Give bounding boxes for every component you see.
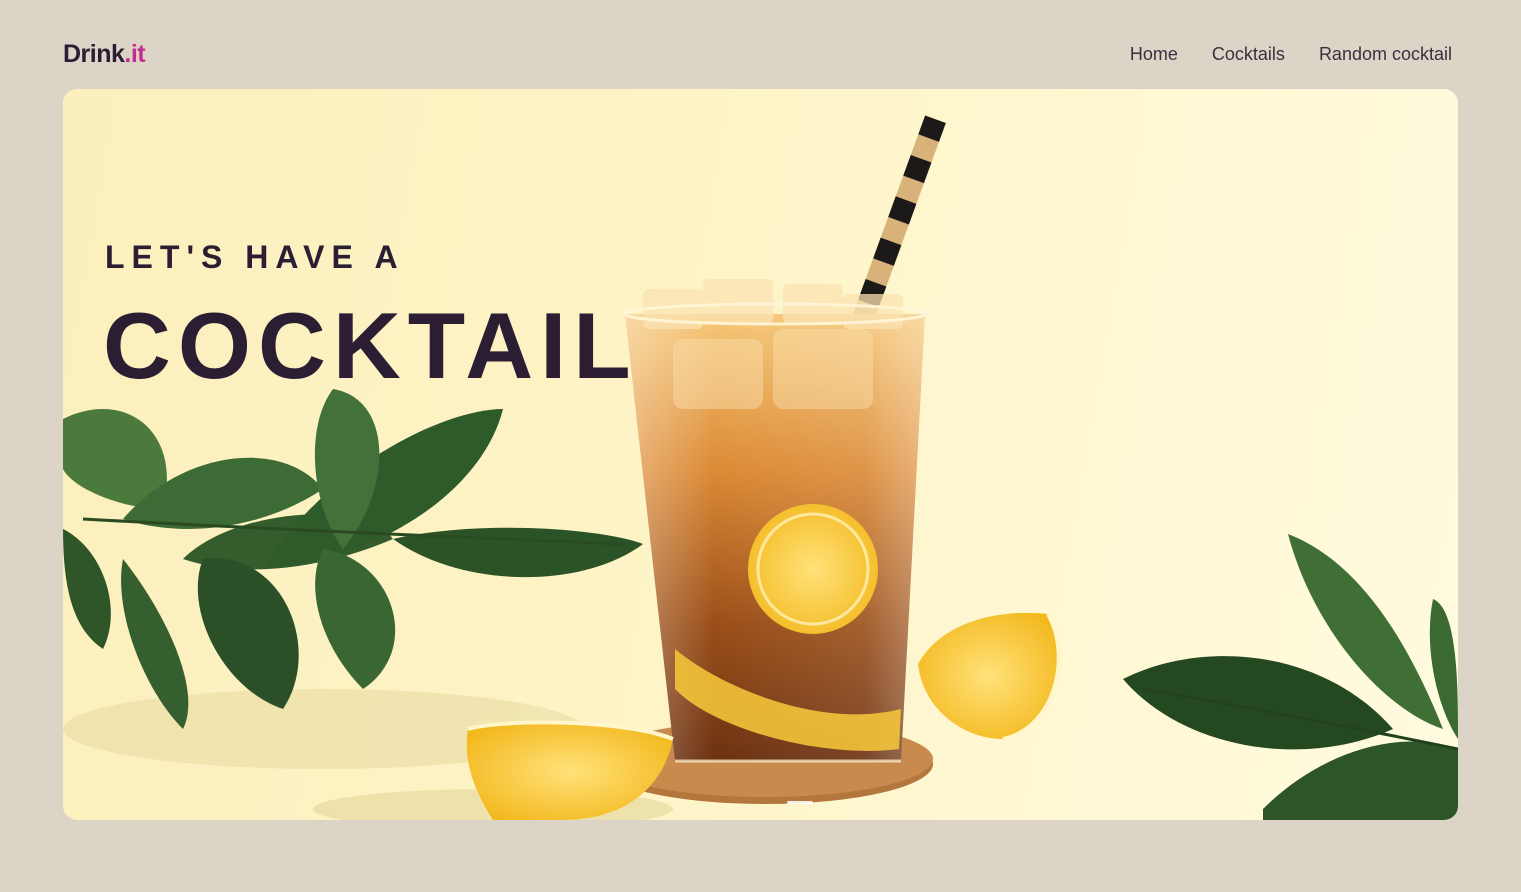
hero-tagline: LET'S HAVE A xyxy=(105,239,405,275)
hero-banner: LET'S HAVE A COCKTAIL xyxy=(63,89,1458,820)
nav-item-home[interactable]: Home xyxy=(1130,44,1178,65)
brand-suffix: .it xyxy=(124,39,146,68)
nav-item-random-cocktail[interactable]: Random cocktail xyxy=(1319,44,1452,65)
brand-name: Drink xyxy=(63,39,125,68)
site-header: Drink.it Home Cocktails Random cocktail xyxy=(63,36,1452,72)
brand-logo[interactable]: Drink.it xyxy=(63,39,146,69)
main-nav: Home Cocktails Random cocktail xyxy=(1130,44,1452,65)
hero-headline: COCKTAIL xyxy=(103,293,638,398)
leaves-right xyxy=(1123,534,1458,820)
leaves-left xyxy=(63,389,643,729)
nav-item-cocktails[interactable]: Cocktails xyxy=(1212,44,1285,65)
hero-image xyxy=(63,115,1458,820)
slide-indicator[interactable] xyxy=(787,801,813,804)
